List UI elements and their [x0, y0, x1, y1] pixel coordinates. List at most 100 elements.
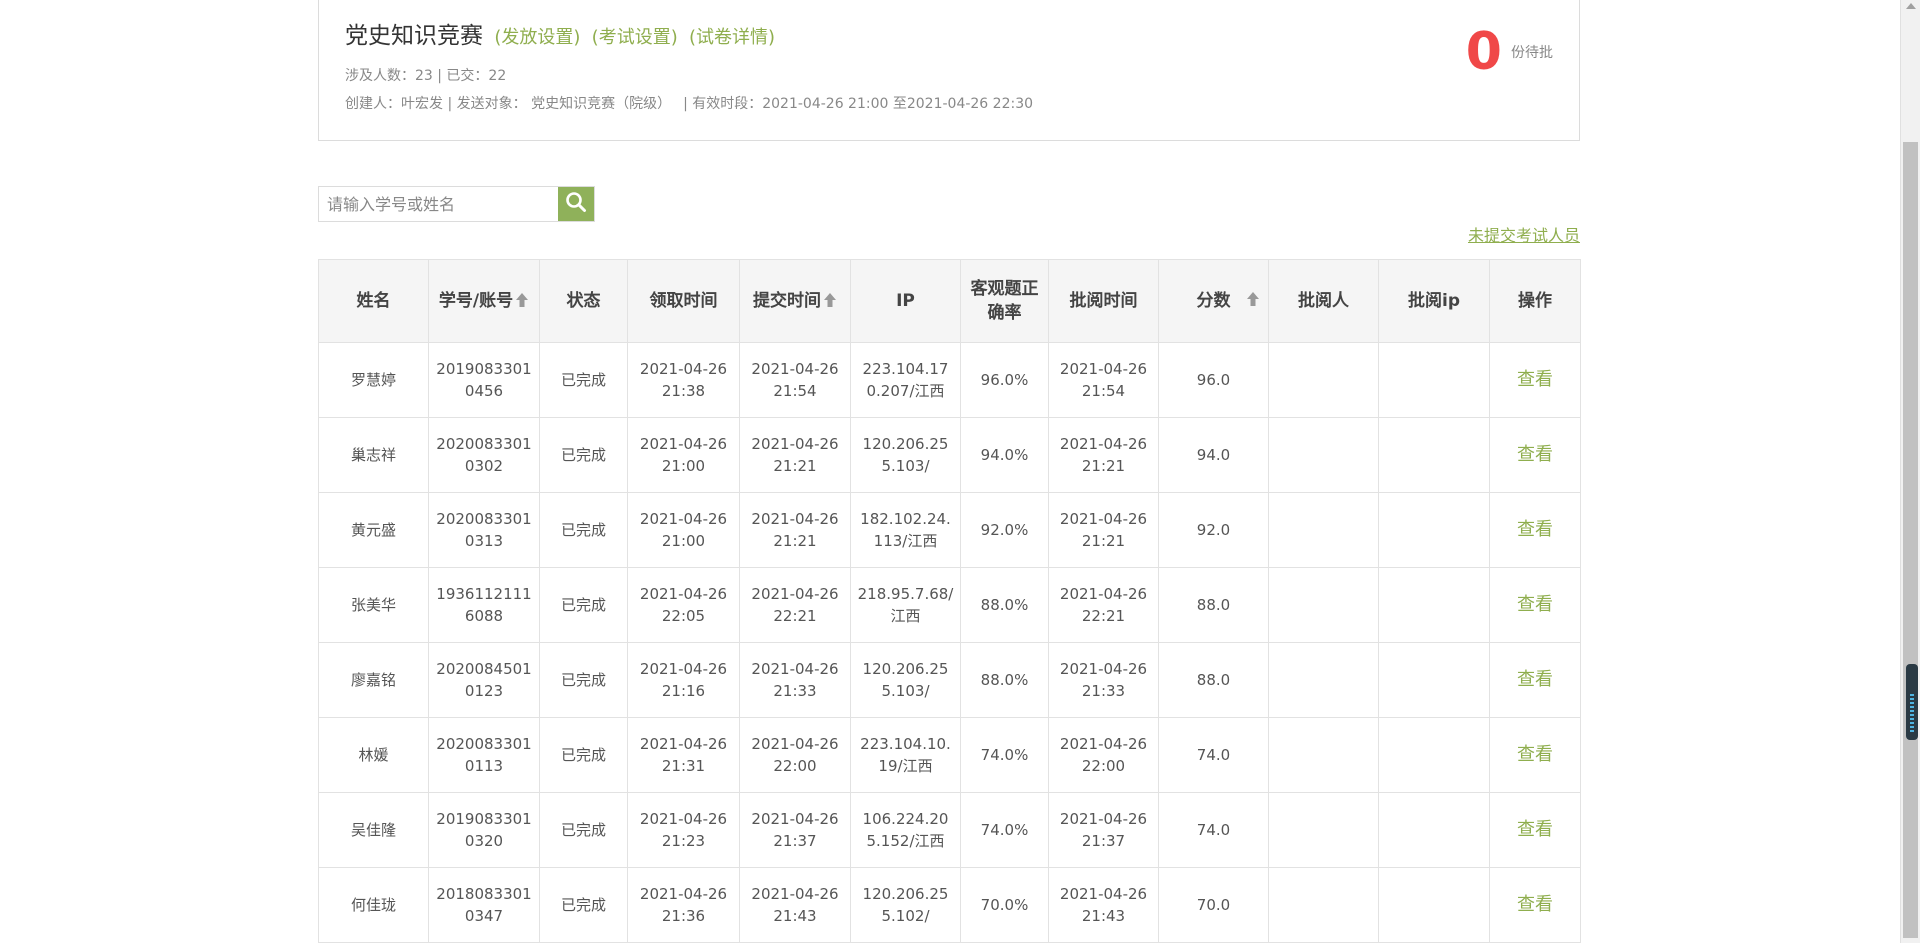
table-row: 罗慧婷 20190833010456 已完成 2021-04-26 21:38 2021…: [318, 342, 1581, 418]
search-button[interactable]: [558, 187, 594, 221]
search-icon: [565, 191, 587, 217]
vertical-scrollbar[interactable]: [1900, 0, 1920, 943]
view-button[interactable]: 查看: [1517, 444, 1553, 465]
cell-review-time: 2021-04-26 22:00: [1048, 717, 1159, 793]
sort-arrow-icon[interactable]: [1246, 290, 1260, 314]
col-header-label: 学号/账号: [438, 291, 514, 311]
cell-student-id: 20200833010302: [428, 417, 540, 493]
cell-status: 已完成: [539, 567, 628, 643]
exam-meta: 创建人：叶宏发 | 发送对象： 党史知识竞赛（院级） | 有效时段：2021-04…: [345, 93, 1033, 113]
results-table: 姓名 学号/账号 状态 领取时间 提交时间 IP 客观题正确率 批阅时间 分数 …: [318, 259, 1581, 943]
unsubmitted-examinees-link[interactable]: 未提交考试人员: [1468, 222, 1580, 246]
cell-reviewer-ip: [1378, 792, 1490, 868]
exam-results-page: 党史知识竞赛 (发放设置) (考试设置) (试卷详情) 涉及人数：23 | 已交…: [0, 0, 1920, 943]
cell-student-id: 20180833010347: [428, 867, 540, 943]
cell-score: 88.0: [1158, 642, 1269, 718]
cell-status: 已完成: [539, 342, 628, 418]
cell-submit-time: 2021-04-26 21:54: [739, 342, 851, 418]
table-header-row: 姓名 学号/账号 状态 领取时间 提交时间 IP 客观题正确率 批阅时间 分数 …: [318, 259, 1581, 343]
cell-status: 已完成: [539, 417, 628, 493]
cell-reviewer: [1268, 792, 1379, 868]
col-header-submit-time[interactable]: 提交时间: [739, 259, 851, 343]
cell-reviewer-ip: [1378, 492, 1490, 568]
col-header-score[interactable]: 分数: [1158, 259, 1269, 343]
cell-accuracy: 88.0%: [960, 642, 1049, 718]
cell-reviewer-ip: [1378, 642, 1490, 718]
cell-review-time: 2021-04-26 21:21: [1048, 417, 1159, 493]
scroll-up-icon[interactable]: [1906, 3, 1916, 9]
cell-status: 已完成: [539, 492, 628, 568]
cell-accuracy: 88.0%: [960, 567, 1049, 643]
col-header-reviewer-ip: 批阅ip: [1378, 259, 1490, 343]
view-button[interactable]: 查看: [1517, 669, 1553, 690]
cell-score: 92.0: [1158, 492, 1269, 568]
exam-settings-link[interactable]: (考试设置): [592, 27, 678, 48]
view-button[interactable]: 查看: [1517, 819, 1553, 840]
col-header-label: 批阅时间: [1069, 291, 1138, 311]
cell-reviewer: [1268, 342, 1379, 418]
col-header-label: 客观题正确率: [970, 279, 1039, 323]
view-button[interactable]: 查看: [1517, 894, 1553, 915]
col-header-student-id[interactable]: 学号/账号: [428, 259, 540, 343]
cell-student-id: 20200833010113: [428, 717, 540, 793]
cell-submit-time: 2021-04-26 21:33: [739, 642, 851, 718]
col-header-label: 批阅人: [1298, 291, 1349, 311]
cell-action: 查看: [1489, 567, 1581, 643]
cell-submit-time: 2021-04-26 21:21: [739, 417, 851, 493]
cell-ip: 223.104.170.207/江西: [850, 342, 961, 418]
cell-name: 廖嘉铭: [318, 642, 429, 718]
exam-title-row: 党史知识竞赛 (发放设置) (考试设置) (试卷详情): [345, 16, 775, 50]
results-table-body: 罗慧婷 20190833010456 已完成 2021-04-26 21:38 2021…: [318, 342, 1581, 943]
cell-action: 查看: [1489, 792, 1581, 868]
search-box: [318, 186, 595, 222]
table-row: 巢志祥 20200833010302 已完成 2021-04-26 21:00 2021…: [318, 417, 1581, 493]
sort-arrow-icon[interactable]: [515, 291, 529, 307]
cell-student-id: 20200833010313: [428, 492, 540, 568]
col-header-status: 状态: [539, 259, 628, 343]
cell-review-time: 2021-04-26 21:43: [1048, 867, 1159, 943]
cell-received-time: 2021-04-26 21:16: [627, 642, 740, 718]
cell-submit-time: 2021-04-26 21:37: [739, 792, 851, 868]
cell-action: 查看: [1489, 867, 1581, 943]
pending-review: 0 份待批: [1466, 22, 1553, 82]
search-input[interactable]: [319, 187, 559, 221]
sort-arrow-icon[interactable]: [823, 291, 837, 307]
cell-received-time: 2021-04-26 21:31: [627, 717, 740, 793]
cell-action: 查看: [1489, 717, 1581, 793]
cell-received-time: 2021-04-26 21:23: [627, 792, 740, 868]
cell-student-id: 20190833010320: [428, 792, 540, 868]
view-button[interactable]: 查看: [1517, 744, 1553, 765]
cell-reviewer-ip: [1378, 342, 1490, 418]
col-header-action: 操作: [1489, 259, 1581, 343]
cell-accuracy: 74.0%: [960, 792, 1049, 868]
cell-review-time: 2021-04-26 21:37: [1048, 792, 1159, 868]
distribution-settings-link[interactable]: (发放设置): [494, 27, 580, 48]
cell-student-id: 20200845010123: [428, 642, 540, 718]
cell-student-id: 19361121116088: [428, 567, 540, 643]
cell-score: 94.0: [1158, 417, 1269, 493]
paper-details-link[interactable]: (试卷详情): [689, 27, 775, 48]
col-header-label: 分数: [1196, 291, 1231, 311]
cell-review-time: 2021-04-26 21:33: [1048, 642, 1159, 718]
view-button[interactable]: 查看: [1517, 369, 1553, 390]
cell-ip: 120.206.255.103/: [850, 417, 961, 493]
side-tool-widget[interactable]: [1906, 664, 1918, 740]
cell-received-time: 2021-04-26 21:36: [627, 867, 740, 943]
cell-reviewer-ip: [1378, 417, 1490, 493]
cell-accuracy: 70.0%: [960, 867, 1049, 943]
col-header-label: 操作: [1518, 291, 1552, 311]
cell-action: 查看: [1489, 492, 1581, 568]
scroll-thumb[interactable]: [1903, 142, 1918, 938]
cell-ip: 120.206.255.103/: [850, 642, 961, 718]
cell-score: 74.0: [1158, 717, 1269, 793]
cell-reviewer: [1268, 567, 1379, 643]
view-button[interactable]: 查看: [1517, 594, 1553, 615]
creator-and-target: 创建人：叶宏发 | 发送对象： 党史知识竞赛（院级）: [345, 96, 672, 112]
view-button[interactable]: 查看: [1517, 519, 1553, 540]
cell-status: 已完成: [539, 642, 628, 718]
cell-action: 查看: [1489, 342, 1581, 418]
cell-name: 巢志祥: [318, 417, 429, 493]
cell-status: 已完成: [539, 792, 628, 868]
table-row: 张美华 19361121116088 已完成 2021-04-26 22:05 2021…: [318, 567, 1581, 643]
col-header-label: IP: [896, 291, 915, 311]
